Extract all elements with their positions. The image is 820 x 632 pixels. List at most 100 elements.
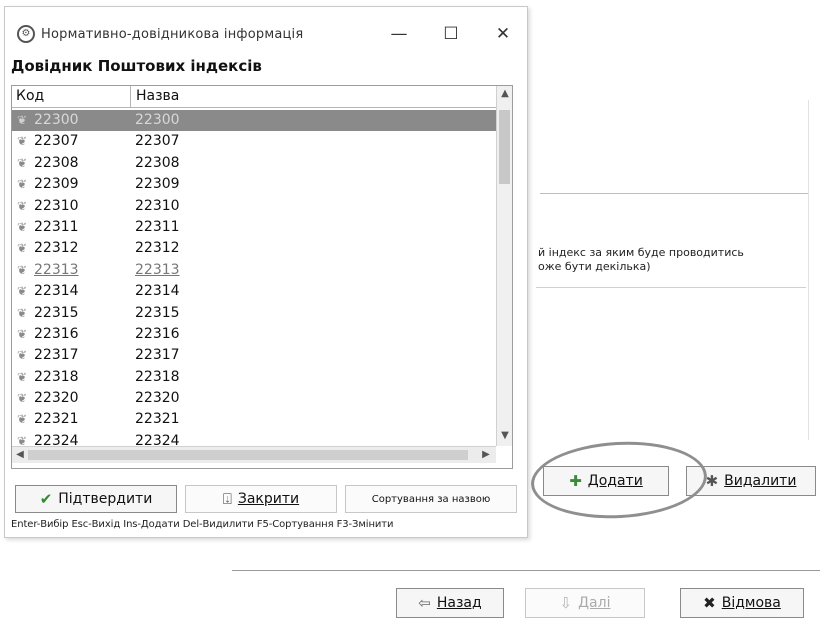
plus-icon: ✚ — [569, 471, 582, 490]
star-icon: ✱ — [705, 471, 719, 490]
leaf-icon: ❦ — [17, 305, 28, 320]
table-row[interactable]: ❦ 22316 22316 — [12, 324, 496, 345]
cell-code: 22312 — [34, 240, 79, 257]
wizard-hint-line2: оже бути декілька) — [538, 260, 651, 273]
cell-code: 22310 — [34, 197, 79, 214]
x-mark-icon: ✖ — [703, 593, 716, 612]
cell-code: 22311 — [34, 218, 79, 235]
cancel-button-label: Відмова — [721, 595, 781, 611]
leaf-icon: ❦ — [17, 284, 28, 299]
cell-name: 22312 — [135, 240, 180, 257]
back-button[interactable]: ⇦ Назад — [396, 588, 504, 618]
wizard-hint-divider — [536, 287, 806, 288]
cell-code: 22300 — [34, 112, 79, 128]
maximize-button[interactable]: ☐ — [429, 21, 473, 47]
leaf-icon: ❦ — [17, 177, 28, 192]
table-row[interactable]: ❦ 22318 22318 — [12, 367, 496, 388]
keyboard-hint: Enter-Вибір Esc-Вихід Ins-Додати Del-Вид… — [11, 519, 394, 530]
close-window-button[interactable]: ✕ — [481, 21, 525, 47]
add-button-label: Додати — [587, 473, 643, 489]
scroll-down-icon[interactable]: ▼ — [497, 430, 512, 441]
leaf-icon: ❦ — [17, 326, 28, 341]
cell-name: 22318 — [135, 368, 180, 385]
scroll-right-icon[interactable]: ▶ — [478, 449, 494, 460]
vertical-scroll-thumb[interactable] — [499, 110, 510, 184]
cell-code: 22317 — [34, 347, 79, 364]
cell-name: 22307 — [135, 133, 180, 150]
horizontal-scroll-thumb[interactable] — [28, 450, 468, 460]
cell-name: 22316 — [135, 325, 180, 342]
sort-button-label: Сортування за назвою — [371, 493, 491, 505]
table-row[interactable]: ❦ 22300 22300 — [12, 110, 496, 132]
table-row[interactable]: ❦ 22309 22309 — [12, 174, 496, 195]
column-header-name[interactable]: Назва — [136, 88, 179, 104]
leaf-icon: ❦ — [17, 412, 28, 427]
column-header-code[interactable]: Код — [16, 88, 44, 104]
cell-code: 22307 — [34, 133, 79, 150]
cell-code: 22313 — [34, 261, 79, 278]
wizard-right-edge — [808, 100, 809, 440]
scroll-up-icon[interactable]: ▲ — [497, 88, 512, 99]
cell-name: 22315 — [135, 304, 180, 321]
back-button-label: Назад — [436, 595, 482, 611]
gear-icon: ⚙ — [17, 25, 35, 43]
leaf-icon: ❦ — [17, 219, 28, 234]
grid-rows: ❦ 22300 22300 ❦ 22307 22307 ❦ 22308 22308 ❦ 22309 2… — [12, 110, 496, 452]
cell-name: 22310 — [135, 197, 180, 214]
cell-code: 22314 — [34, 283, 79, 300]
wizard-divider — [540, 193, 808, 194]
vertical-scrollbar[interactable]: ▲ ▼ — [496, 86, 512, 446]
column-divider[interactable] — [130, 86, 131, 107]
cell-code: 22320 — [34, 390, 79, 407]
confirm-button[interactable]: ✔ Підтвердити — [15, 485, 177, 513]
postcode-grid[interactable]: Код Назва ❦ 22300 22300 ❦ 22307 22307 ❦ 22308 22… — [11, 85, 513, 469]
dialog-title: Нормативно-довідникова інформація — [41, 27, 304, 42]
table-row[interactable]: ❦ 22321 22321 — [12, 409, 496, 430]
leaf-icon: ❦ — [17, 262, 28, 277]
leaf-icon: ❦ — [17, 113, 28, 127]
reference-dialog: ⚙ Нормативно-довідникова інформація — ☐ … — [4, 6, 528, 538]
close-button-label: Закрити — [237, 491, 300, 507]
remove-button[interactable]: ✱ Видалити — [686, 466, 816, 496]
table-row[interactable]: ❦ 22315 22315 — [12, 303, 496, 324]
cell-name: 22321 — [135, 411, 180, 428]
cell-code: 22315 — [34, 304, 79, 321]
table-row[interactable]: ❦ 22311 22311 — [12, 217, 496, 238]
leaf-icon: ❦ — [17, 134, 28, 149]
next-button[interactable]: ⇩ Далі — [525, 588, 645, 618]
remove-button-label: Видалити — [724, 473, 797, 489]
scroll-left-icon[interactable]: ◀ — [12, 449, 28, 460]
leaf-icon: ❦ — [17, 198, 28, 213]
leaf-icon: ❦ — [17, 155, 28, 170]
sort-button[interactable]: Сортування за назвою — [345, 485, 517, 513]
cell-name: 22300 — [135, 112, 180, 128]
table-row[interactable]: ❦ 22310 22310 — [12, 196, 496, 217]
leaf-icon: ❦ — [17, 369, 28, 384]
leaf-icon: ❦ — [17, 391, 28, 406]
close-button[interactable]: ⍗ Закрити — [185, 485, 337, 513]
cell-name: 22309 — [135, 176, 180, 193]
cell-name: 22313 — [135, 261, 180, 278]
cell-code: 22321 — [34, 411, 79, 428]
cell-name: 22320 — [135, 390, 180, 407]
cell-code: 22308 — [34, 154, 79, 171]
add-button[interactable]: ✚ Додати — [543, 466, 669, 496]
table-row[interactable]: ❦ 22314 22314 — [12, 281, 496, 302]
cell-name: 22311 — [135, 218, 180, 235]
confirm-button-label: Підтвердити — [58, 491, 153, 507]
table-row[interactable]: ❦ 22313 22313 — [12, 260, 496, 281]
dialog-titlebar[interactable]: ⚙ Нормативно-довідникова інформація — ☐ … — [5, 7, 527, 55]
cell-code: 22318 — [34, 368, 79, 385]
cancel-button[interactable]: ✖ Відмова — [680, 588, 804, 618]
wizard-footer-divider — [232, 570, 820, 571]
table-row[interactable]: ❦ 22307 22307 — [12, 131, 496, 152]
minimize-button[interactable]: — — [377, 21, 421, 47]
table-row[interactable]: ❦ 22317 22317 — [12, 345, 496, 366]
table-row[interactable]: ❦ 22312 22312 — [12, 238, 496, 259]
table-row[interactable]: ❦ 22320 22320 — [12, 388, 496, 409]
cell-code: 22316 — [34, 325, 79, 342]
cell-name: 22308 — [135, 154, 180, 171]
horizontal-scrollbar[interactable]: ◀ ▶ — [12, 446, 496, 463]
cell-code: 22309 — [34, 176, 79, 193]
table-row[interactable]: ❦ 22308 22308 — [12, 153, 496, 174]
